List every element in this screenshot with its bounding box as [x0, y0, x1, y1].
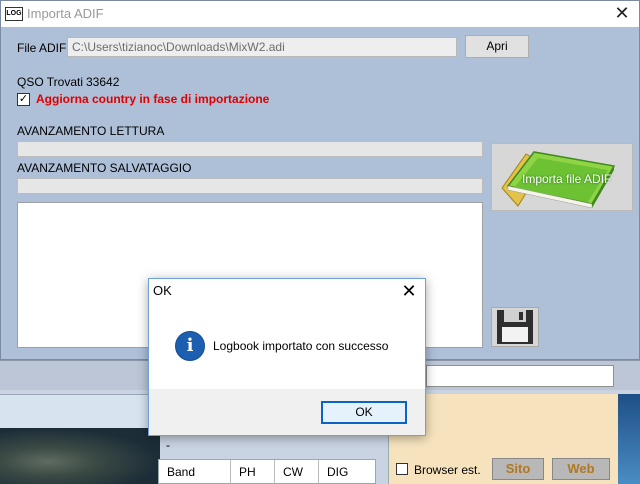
browser-label: Browser est. [414, 463, 481, 477]
import-button-label: Importa file ADIF [522, 172, 612, 186]
dialog-message: Logbook importato con successo [213, 339, 389, 353]
file-path-input[interactable]: C:\Users\tizianoc\Downloads\MixW2.adi [67, 37, 457, 57]
file-adif-label: File ADIF [17, 41, 67, 55]
window-title: Importa ADIF [27, 6, 104, 21]
sito-button[interactable]: Sito [492, 458, 544, 480]
read-progress-label: AVANZAMENTO LETTURA [17, 124, 165, 138]
info-icon: i [175, 331, 205, 361]
open-button[interactable]: Apri [465, 35, 529, 58]
close-icon[interactable]: ✕ [395, 281, 423, 303]
qso-found-count: 33642 [86, 75, 120, 89]
background-input[interactable] [426, 365, 614, 387]
dialog-footer: OK [149, 389, 425, 435]
checkmark-icon: ✓ [18, 93, 29, 105]
qso-found-label: QSO Trovati [17, 75, 84, 89]
table-header-ph: PH [231, 460, 275, 483]
table-header-band: Band [159, 460, 231, 483]
band-table-header: Band PH CW DIG [158, 459, 376, 484]
desktop-strip [618, 394, 640, 484]
update-country-label: Aggiorna country in fase di importazione [36, 92, 270, 106]
read-progress-bar [17, 141, 483, 157]
save-progress-label: AVANZAMENTO SALVATAGGIO [17, 161, 192, 175]
dialog-title: OK [153, 283, 172, 298]
import-adif-button[interactable]: Importa file ADIF [491, 143, 633, 211]
close-icon[interactable]: ✕ [607, 3, 637, 25]
save-button[interactable] [491, 307, 539, 347]
ok-button[interactable]: OK [321, 401, 407, 424]
floppy-disk-icon [497, 310, 533, 344]
background-dash: - [166, 438, 170, 452]
world-map-image [0, 428, 160, 484]
web-button[interactable]: Web [552, 458, 610, 480]
title-bar: LOG Importa ADIF ✕ [1, 1, 639, 27]
update-country-checkbox[interactable]: ✓ [17, 93, 30, 106]
success-dialog: OK ✕ i Logbook importato con successo OK [148, 278, 426, 436]
table-header-cw: CW [275, 460, 319, 483]
app-logo-icon: LOG [5, 7, 23, 21]
table-header-dig: DIG [327, 465, 349, 479]
save-progress-bar [17, 178, 483, 194]
browser-checkbox[interactable] [396, 463, 408, 475]
